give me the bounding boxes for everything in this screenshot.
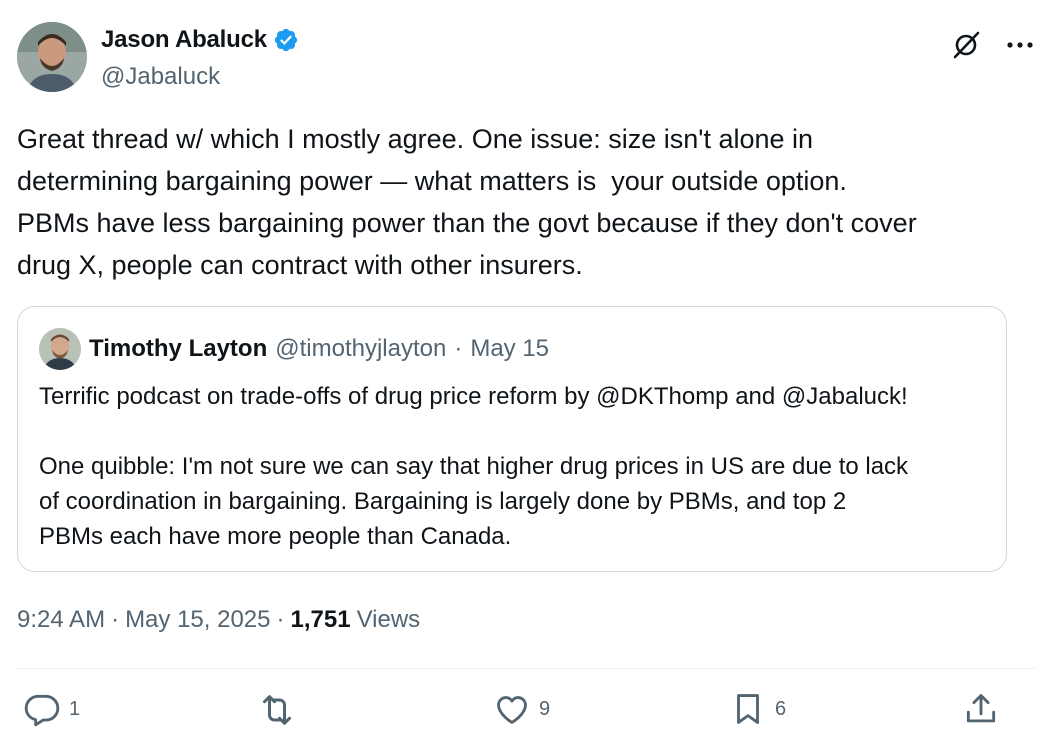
meta-separator: · (111, 606, 120, 633)
share-icon (962, 690, 1000, 728)
quoted-tweet[interactable]: Timothy Layton @timothyjlayton · May 15 … (17, 306, 1007, 572)
divider (17, 668, 1037, 669)
tweet-meta: 9:24 AM · May 15, 2025 · 1,751 Views (17, 606, 420, 634)
bookmark-button[interactable]: 6 (729, 690, 786, 728)
tweet-date[interactable]: May 15, 2025 (125, 606, 270, 634)
quoted-handle: @timothyjlayton (275, 335, 447, 362)
quoted-avatar (39, 328, 81, 370)
bookmark-count: 6 (775, 697, 787, 720)
like-button[interactable]: 9 (493, 690, 550, 728)
author-avatar[interactable] (17, 22, 87, 92)
verified-badge-icon (273, 27, 299, 53)
meta-separator: · (276, 606, 285, 633)
heart-icon (493, 690, 531, 728)
quoted-text: Terrific podcast on trade-offs of drug p… (39, 383, 909, 550)
share-button[interactable] (962, 690, 1000, 728)
views-count: 1,751 (290, 606, 351, 633)
like-count: 9 (539, 697, 551, 720)
quoted-name: Timothy Layton (89, 335, 268, 362)
quoted-date: May 15 (470, 335, 550, 362)
tweet-time[interactable]: 9:24 AM (17, 606, 105, 634)
author-name[interactable]: Jason Abaluck (101, 26, 267, 54)
tweet-header: Jason Abaluck @Jabaluck (17, 22, 1037, 94)
retweet-button[interactable] (257, 690, 305, 730)
tweet-text: Great thread w/ which I mostly agree. On… (17, 124, 917, 280)
reply-count: 1 (69, 697, 81, 720)
retweet-icon (257, 690, 297, 730)
views-label: Views (356, 606, 421, 633)
author-handle[interactable]: @Jabaluck (101, 63, 220, 91)
action-bar: 1 9 6 (17, 690, 1017, 738)
reply-icon (23, 690, 61, 728)
bookmark-icon (729, 690, 767, 728)
more-icon[interactable] (1003, 28, 1037, 62)
quoted-separator: · (454, 335, 463, 362)
grok-icon[interactable] (949, 28, 983, 62)
reply-button[interactable]: 1 (23, 690, 80, 728)
